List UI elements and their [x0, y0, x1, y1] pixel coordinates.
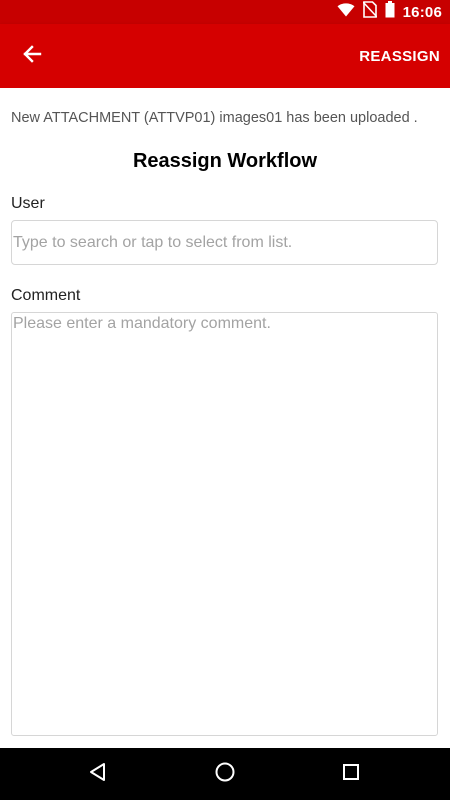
back-button[interactable]: [8, 32, 56, 80]
reassign-form: New ATTACHMENT (ATTVP01) images01 has be…: [0, 88, 450, 748]
user-label: User: [11, 195, 45, 212]
no-sim-icon: [362, 1, 378, 23]
battery-icon: [385, 1, 395, 23]
app-bar: REASSIGN: [0, 24, 450, 88]
back-triangle-icon: [87, 761, 109, 788]
status-bar: 16:06: [0, 0, 450, 24]
arrow-left-icon: [22, 44, 42, 69]
recents-square-icon: [340, 761, 362, 788]
nav-back-button[interactable]: [82, 758, 114, 790]
reassign-button[interactable]: REASSIGN: [359, 42, 440, 70]
status-icons: 16:06: [337, 0, 450, 24]
comment-textarea[interactable]: [11, 312, 438, 736]
user-search-input[interactable]: [11, 220, 438, 265]
page-title: Reassign Workflow: [132, 150, 318, 172]
home-circle-icon: [214, 761, 236, 788]
system-nav-bar: [0, 748, 450, 800]
wifi-icon: [337, 2, 355, 22]
upload-message: New ATTACHMENT (ATTVP01) images01 has be…: [11, 110, 418, 126]
nav-home-button[interactable]: [209, 758, 241, 790]
nav-recents-button[interactable]: [335, 758, 367, 790]
comment-label: Comment: [11, 287, 81, 304]
status-time: 16:06: [402, 3, 442, 21]
